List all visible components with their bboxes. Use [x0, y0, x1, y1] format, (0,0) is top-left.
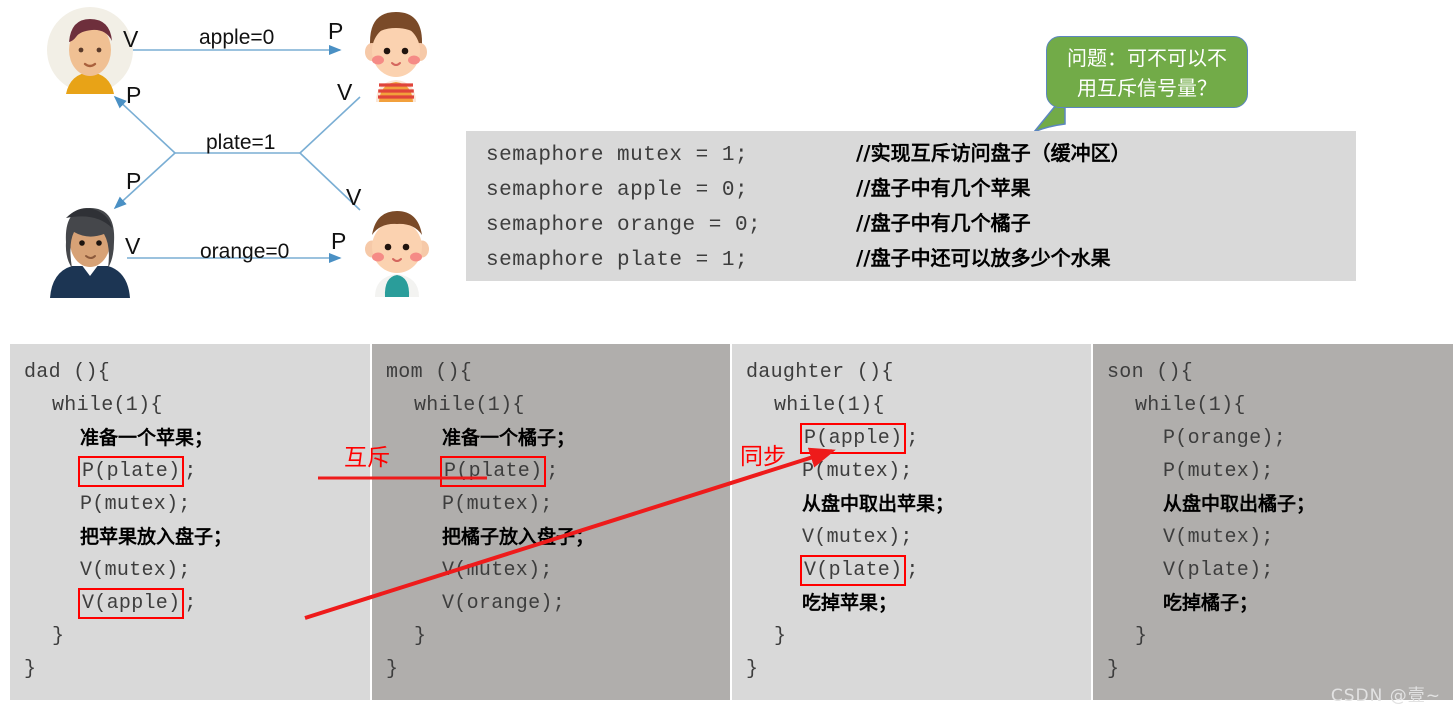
code-line: 准备一个苹果；	[80, 427, 214, 449]
code-line: V(orange);	[442, 592, 566, 615]
code-line: dad (){	[24, 361, 111, 384]
process-code-columns: dad (){ while(1){ 准备一个苹果； P(plate); P(mutex)…	[10, 344, 1453, 700]
edge-label-apple: apple=0	[199, 26, 275, 49]
code-line: 从盘中取出橘子；	[1163, 493, 1316, 515]
code-line: V(apple);	[10, 587, 370, 620]
semaphore-row: semaphore apple = 0; //盘子中有几个苹果	[466, 172, 1356, 207]
semaphore-comment: //实现互斥访问盘子（缓冲区）	[856, 141, 1131, 165]
process-column-dad: dad (){ while(1){ 准备一个苹果； P(plate); P(mutex)…	[10, 344, 370, 700]
semaphore-declaration-block: semaphore mutex = 1; //实现互斥访问盘子（缓冲区） sem…	[466, 131, 1356, 281]
code-line: while(1){	[52, 394, 163, 417]
code-line: son (){	[1107, 361, 1194, 384]
semaphore-comment: //盘子中有几个橘子	[856, 211, 1031, 235]
code-line: V(mutex);	[802, 526, 913, 549]
op-label-daughter-v: V	[337, 79, 353, 105]
code-line: P(mutex);	[80, 493, 191, 516]
process-column-daughter: daughter (){while(1){P(apple); P(mutex); 从…	[732, 344, 1091, 700]
highlighted-statement: P(apple)	[800, 423, 907, 454]
code-line: P(plate);	[10, 455, 370, 488]
statement-terminator: ;	[906, 559, 919, 582]
producer-consumer-diagram: V apple=0 P P V plate=1 P V V orange=0 P	[0, 0, 450, 305]
semaphore-code: semaphore apple = 0;	[486, 179, 749, 202]
callout-line-2: 用互斥信号量？	[1077, 76, 1217, 100]
code-line: P(mutex);	[1163, 460, 1274, 483]
semaphore-code: semaphore plate = 1;	[486, 249, 749, 272]
op-label-daughter-p: P	[328, 18, 344, 44]
code-line: P(mutex);	[442, 493, 553, 516]
boy-avatar-icon	[365, 211, 429, 297]
edge-label-orange: orange=0	[200, 240, 290, 263]
op-label-dad-v: V	[123, 26, 139, 52]
highlighted-statement: P(plate)	[440, 456, 547, 487]
semaphore-row: semaphore orange = 0; //盘子中有几个橘子	[466, 207, 1356, 242]
code-line: }	[774, 625, 787, 648]
code-line: P(orange);	[1163, 427, 1287, 450]
code-line: }	[52, 625, 65, 648]
code-line: }	[386, 658, 399, 681]
edge-label-plate: plate=1	[206, 131, 276, 154]
code-line: 吃掉橘子；	[1163, 592, 1259, 614]
op-label-mom-v: V	[125, 233, 141, 259]
semaphore-code: semaphore mutex = 1;	[486, 144, 749, 167]
semaphore-comment: //盘子中有几个苹果	[856, 176, 1031, 200]
op-label-mom-p: P	[126, 168, 142, 194]
code-line: mom (){	[386, 361, 473, 384]
op-label-son-p: P	[331, 228, 347, 254]
semaphore-code: semaphore orange = 0;	[486, 214, 762, 237]
code-line: }	[24, 658, 37, 681]
code-line: 从盘中取出苹果；	[802, 493, 955, 515]
op-label-dad-p: P	[126, 82, 142, 108]
code-line: 吃掉苹果；	[802, 592, 898, 614]
highlighted-statement: V(plate)	[800, 555, 907, 586]
statement-terminator: ;	[184, 460, 197, 483]
statement-terminator: ;	[184, 592, 197, 615]
op-label-son-v: V	[346, 184, 362, 210]
statement-terminator: ;	[906, 427, 919, 450]
code-line: while(1){	[774, 394, 885, 417]
man-avatar-icon	[47, 7, 133, 94]
woman-avatar-icon	[50, 208, 130, 298]
code-line: V(plate);	[1163, 559, 1274, 582]
semaphore-row: semaphore mutex = 1; //实现互斥访问盘子（缓冲区）	[466, 137, 1356, 172]
code-line: while(1){	[414, 394, 525, 417]
code-line: V(plate);	[732, 554, 1091, 587]
annotation-synchronization: 同步	[740, 444, 786, 470]
girl-avatar-icon	[365, 12, 427, 102]
callout-line-1: 问题：可不可以不	[1067, 46, 1227, 70]
code-line: while(1){	[1135, 394, 1246, 417]
semaphore-comment: //盘子中还可以放多少个水果	[856, 246, 1111, 270]
code-line: 准备一个橘子；	[442, 427, 576, 449]
edge-plate-to-dad	[113, 95, 176, 154]
statement-terminator: ;	[546, 460, 559, 483]
csdn-watermark: CSDN @壹~	[1330, 686, 1441, 706]
code-line: V(mutex);	[1163, 526, 1274, 549]
highlighted-statement: P(plate)	[78, 456, 185, 487]
highlighted-statement: V(apple)	[78, 588, 185, 619]
code-line: }	[746, 658, 759, 681]
code-line: P(plate);	[372, 455, 730, 488]
code-line: }	[414, 625, 427, 648]
code-line: daughter (){	[746, 361, 894, 384]
process-column-son: son (){ while(1){ P(orange); P(mutex); 从盘中取出…	[1093, 344, 1453, 700]
semaphore-row: semaphore plate = 1; //盘子中还可以放多少个水果	[466, 242, 1356, 277]
process-column-mom: mom (){ while(1){ 准备一个橘子； P(plate); P(mutex)…	[372, 344, 730, 700]
code-line: }	[1135, 625, 1148, 648]
code-line: V(mutex);	[80, 559, 191, 582]
annotation-mutual-exclusion: 互斥	[344, 445, 390, 471]
code-line: 把橘子放入盘子；	[442, 526, 595, 548]
code-line: 把苹果放入盘子；	[80, 526, 233, 548]
code-line: V(mutex);	[442, 559, 553, 582]
question-callout: 问题：可不可以不 用互斥信号量？	[1046, 36, 1248, 108]
